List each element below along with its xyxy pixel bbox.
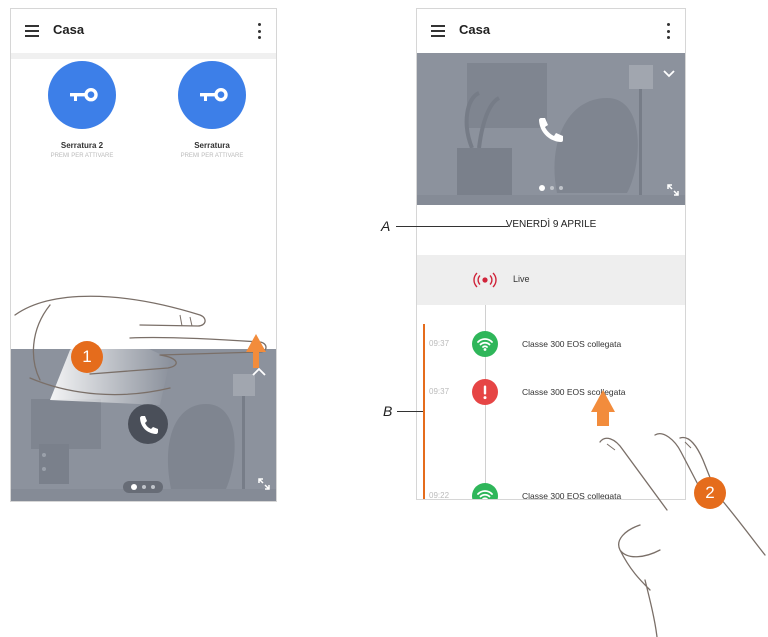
- fullscreen-icon[interactable]: [666, 183, 680, 197]
- date-header: VENERDÌ 9 APRILE: [505, 219, 597, 230]
- camera-preview-panel[interactable]: [417, 53, 685, 205]
- pager-dot: [142, 485, 146, 489]
- page-title: Casa: [53, 22, 85, 37]
- key-icon: [178, 61, 246, 129]
- more-options-icon[interactable]: [661, 23, 675, 39]
- annotation-b: B: [383, 403, 393, 419]
- key-icon: [48, 61, 116, 129]
- step-badge-1: 1: [71, 341, 103, 373]
- hand-swipe-up-illustration: [14, 295, 267, 405]
- step-badge-2: 2: [694, 477, 726, 509]
- pager-dot: [550, 186, 554, 190]
- lock-name: Serratura: [194, 141, 230, 150]
- divider: [11, 53, 276, 59]
- pager-dot: [151, 485, 155, 489]
- chevron-down-icon[interactable]: [662, 69, 676, 79]
- event-time: 09:37: [429, 339, 450, 348]
- live-broadcast-icon: [473, 272, 497, 288]
- live-row[interactable]: Live: [417, 255, 685, 305]
- lock-button-serratura-2[interactable]: Serratura 2 PREMI PER ATTIVARE: [27, 61, 137, 159]
- wifi-icon: [472, 483, 498, 499]
- alert-icon: [472, 379, 498, 405]
- annotation-a-leader: [396, 226, 508, 228]
- pager-dot: [559, 186, 563, 190]
- arrow-up-icon: [253, 350, 259, 368]
- phone-icon[interactable]: [535, 114, 567, 146]
- carousel-pager[interactable]: [535, 183, 571, 193]
- annotation-b-leader: [397, 411, 423, 413]
- page-title: Casa: [459, 22, 491, 37]
- hamburger-menu-icon[interactable]: [431, 25, 445, 37]
- phone-screen-home: Casa Serratura 2 PREMI PER ATTIVARE Serr…: [10, 8, 277, 502]
- more-options-icon[interactable]: [252, 23, 266, 39]
- app-bar: Casa: [417, 9, 685, 53]
- fullscreen-icon[interactable]: [257, 477, 271, 491]
- carousel-pager[interactable]: [123, 481, 163, 493]
- live-label: Live: [513, 274, 530, 284]
- lock-hint: PREMI PER ATTIVARE: [50, 153, 114, 159]
- app-bar: Casa: [11, 9, 276, 53]
- annotation-b-bracket: [423, 324, 425, 499]
- event-time: 09:22: [429, 491, 450, 500]
- lock-button-serratura[interactable]: Serratura PREMI PER ATTIVARE: [157, 61, 267, 159]
- lock-hint: PREMI PER ATTIVARE: [180, 153, 244, 159]
- lock-name: Serratura 2: [60, 141, 104, 150]
- annotation-a: A: [381, 218, 391, 234]
- event-time: 09:37: [429, 387, 450, 396]
- arrow-up-icon: [591, 390, 615, 426]
- pager-dot-active: [131, 484, 137, 490]
- hamburger-menu-icon[interactable]: [25, 25, 39, 37]
- pager-dot-active: [539, 185, 545, 191]
- hand-swipe-up-illustration: [591, 390, 766, 637]
- wifi-icon: [472, 331, 498, 357]
- event-text: Classe 300 EOS collegata: [522, 339, 622, 349]
